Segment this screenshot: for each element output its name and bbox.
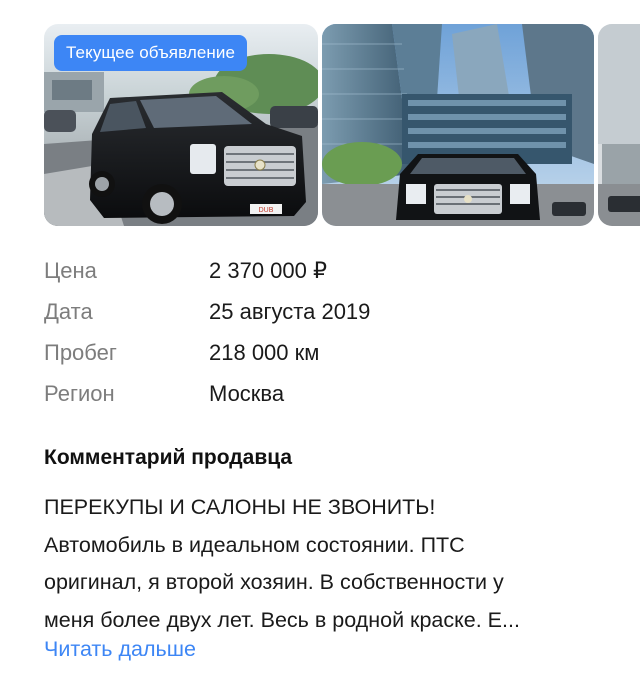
spec-value-mileage: 218 000 км — [209, 339, 320, 365]
gallery-photo-2[interactable] — [322, 24, 594, 226]
spec-label: Регион — [44, 380, 115, 406]
gallery-photo-3[interactable] — [598, 24, 640, 226]
comment-line: Автомобиль в идеальном состоянии. ПТС — [44, 532, 465, 557]
spec-label: Пробег — [44, 339, 117, 365]
spec-value-date: 25 августа 2019 — [209, 298, 371, 324]
license-plate-text: DUB — [259, 207, 274, 214]
current-listing-badge: Текущее объявление — [54, 35, 248, 71]
spec-label: Дата — [44, 298, 93, 324]
spec-value-region: Москва — [209, 380, 285, 406]
spec-row-date: Дата 25 августа 2019 — [44, 291, 604, 332]
car-photo-partial — [598, 24, 640, 226]
seller-comment-title: Комментарий продавца — [44, 446, 293, 469]
comment-line: меня более двух лет. Весь в родной краск… — [44, 607, 520, 632]
photo-gallery[interactable]: DUB Текущее объявление — [44, 24, 640, 226]
spec-row-region: Регион Москва — [44, 373, 604, 414]
spec-value-price: 2 370 000 ₽ — [209, 257, 327, 283]
spec-label: Цена — [44, 257, 97, 283]
comment-line: ПЕРЕКУПЫ И САЛОНЫ НЕ ЗВОНИТЬ! — [44, 495, 436, 519]
comment-line: оригинал, я второй хозяин. В собственнос… — [44, 570, 504, 594]
gallery-photo-current[interactable]: DUB Текущее объявление — [44, 24, 318, 226]
spec-row-price: Цена 2 370 000 ₽ — [44, 250, 604, 291]
read-more-link[interactable]: Читать дальше — [44, 637, 196, 662]
spec-row-mileage: Пробег 218 000 км — [44, 332, 604, 373]
seller-comment-text: ПЕРЕКУПЫ И САЛОНЫ НЕ ЗВОНИТЬ! Автомобиль… — [44, 489, 614, 639]
car-photo-city-towers — [322, 24, 594, 226]
listing-specs: Цена 2 370 000 ₽ Дата 25 августа 2019 Пр… — [44, 250, 604, 414]
